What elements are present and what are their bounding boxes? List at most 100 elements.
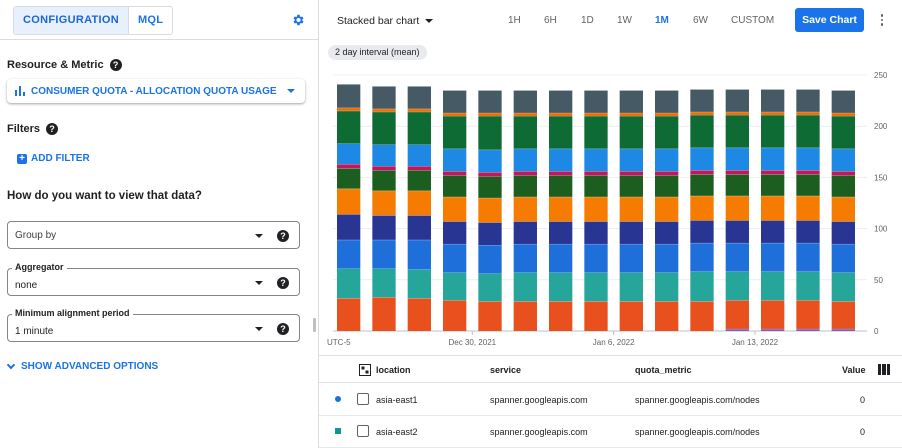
tab-mql[interactable]: MQL (127, 7, 172, 34)
bar-segment (372, 297, 396, 331)
bar-segment (549, 301, 573, 331)
bar-segment (478, 115, 502, 150)
bar-segment (584, 175, 608, 197)
bar-segment (725, 170, 749, 175)
bar-segment (407, 144, 431, 167)
bar-segment (584, 221, 608, 244)
group-by-select[interactable]: Group by ? (7, 221, 300, 249)
cell-location: asia-east1 (376, 395, 418, 405)
bar-segment (407, 190, 431, 216)
bar-segment (761, 271, 785, 301)
bar-segment (761, 111, 785, 115)
bar-segment (513, 115, 537, 149)
bar-segment (443, 148, 467, 172)
bar-chart-icon (15, 86, 25, 96)
chevron-down-icon (286, 89, 295, 93)
gear-icon[interactable] (291, 13, 305, 27)
bar-segment (584, 148, 608, 172)
bar-segment (513, 112, 537, 116)
range-1m[interactable]: 1M (655, 15, 669, 26)
column-picker-icon[interactable] (878, 364, 890, 375)
group-by-placeholder: Group by (15, 230, 57, 241)
column-header-quota-metric[interactable]: quota_metric (635, 365, 692, 375)
save-chart-button[interactable]: Save Chart (795, 8, 864, 32)
bar-segment (337, 239, 361, 269)
help-icon[interactable]: ? (109, 59, 122, 71)
drag-handle[interactable] (313, 318, 316, 332)
bar-segment (443, 115, 467, 149)
range-1w[interactable]: 1W (617, 15, 632, 26)
aggregator-label: Aggregator (12, 262, 67, 272)
more-options-icon[interactable] (879, 14, 885, 30)
bar-segment (690, 111, 714, 115)
dropdown-arrow-icon (255, 234, 263, 238)
bar-segment (655, 175, 679, 197)
min-alignment-select[interactable]: Minimum alignment period 1 minute ? (7, 308, 300, 342)
aggregator-value: none (15, 280, 38, 291)
tab-configuration[interactable]: CONFIGURATION (14, 7, 128, 34)
bar-segment (655, 221, 679, 244)
metric-selector[interactable]: CONSUMER QUOTA - ALLOCATION QUOTA USAGE (7, 79, 305, 103)
bar-segment (513, 243, 537, 273)
y-tick-label: 100 (874, 225, 888, 234)
cell-service: spanner.googleapis.com (490, 395, 588, 405)
row-checkbox[interactable] (357, 393, 369, 405)
bar-segment (407, 215, 431, 240)
bar-segment (443, 243, 467, 273)
aggregator-select[interactable]: Aggregator none ? (7, 262, 300, 296)
help-icon[interactable]: ? (277, 277, 289, 289)
range-1d[interactable]: 1D (581, 15, 594, 26)
table-row[interactable]: asia-east2 spanner.googleapis.com spanne… (319, 417, 902, 448)
chart-type-select[interactable]: Stacked bar chart (337, 15, 434, 27)
y-tick-label: 50 (874, 276, 883, 285)
bar-segment (478, 149, 502, 173)
table-row[interactable]: asia-east1 spanner.googleapis.com spanne… (319, 385, 902, 416)
bar-segment (443, 196, 467, 222)
bar-segment (831, 115, 855, 149)
mode-tabs: CONFIGURATION MQL (13, 6, 174, 35)
bar-segment (443, 90, 467, 113)
add-filter-button[interactable]: + ADD FILTER (17, 153, 90, 164)
bar-segment (549, 272, 573, 302)
group-icon[interactable] (359, 364, 371, 376)
bar-segment (372, 239, 396, 269)
bar-segment (690, 242, 714, 272)
range-1h[interactable]: 1H (508, 15, 521, 26)
row-checkbox[interactable] (357, 425, 369, 437)
bar-segment (655, 112, 679, 116)
help-icon[interactable]: ? (277, 230, 289, 242)
bar-segment (761, 300, 785, 329)
range-6h[interactable]: 6H (544, 15, 557, 26)
bar-segment (372, 144, 396, 167)
bar-segment (690, 114, 714, 148)
config-header: CONFIGURATION MQL (0, 0, 318, 40)
show-advanced-button[interactable]: SHOW ADVANCED OPTIONS (6, 360, 158, 372)
help-icon[interactable]: ? (46, 123, 59, 135)
help-icon[interactable]: ? (277, 323, 289, 335)
bar-segment (443, 112, 467, 116)
bar-segment (655, 148, 679, 172)
column-header-value[interactable]: Value (842, 365, 866, 375)
bar-segment (725, 271, 749, 301)
bar-segment (513, 196, 537, 222)
column-header-location[interactable]: location (376, 365, 411, 375)
bar-segment (831, 272, 855, 302)
metrics-explorer: CONFIGURATION MQL Resource & Metric ? CO… (0, 0, 902, 448)
bar-segment (478, 244, 502, 274)
bar-segment (407, 166, 431, 171)
bar-segment (831, 196, 855, 222)
bar-segment (690, 170, 714, 175)
bar-segment (549, 112, 573, 116)
column-header-service[interactable]: service (490, 365, 521, 375)
bar-segment (796, 89, 820, 112)
resource-metric-title: Resource & Metric ? (7, 59, 122, 71)
bar-segment (549, 196, 573, 222)
bar-segment (761, 195, 785, 221)
y-tick-label: 250 (874, 71, 888, 80)
range-custom[interactable]: CUSTOM (731, 15, 774, 26)
bar-segment (549, 90, 573, 113)
range-6w[interactable]: 6W (693, 15, 708, 26)
bar-segment (584, 243, 608, 273)
bar-segment (796, 114, 820, 148)
dropdown-arrow-icon (255, 327, 263, 331)
